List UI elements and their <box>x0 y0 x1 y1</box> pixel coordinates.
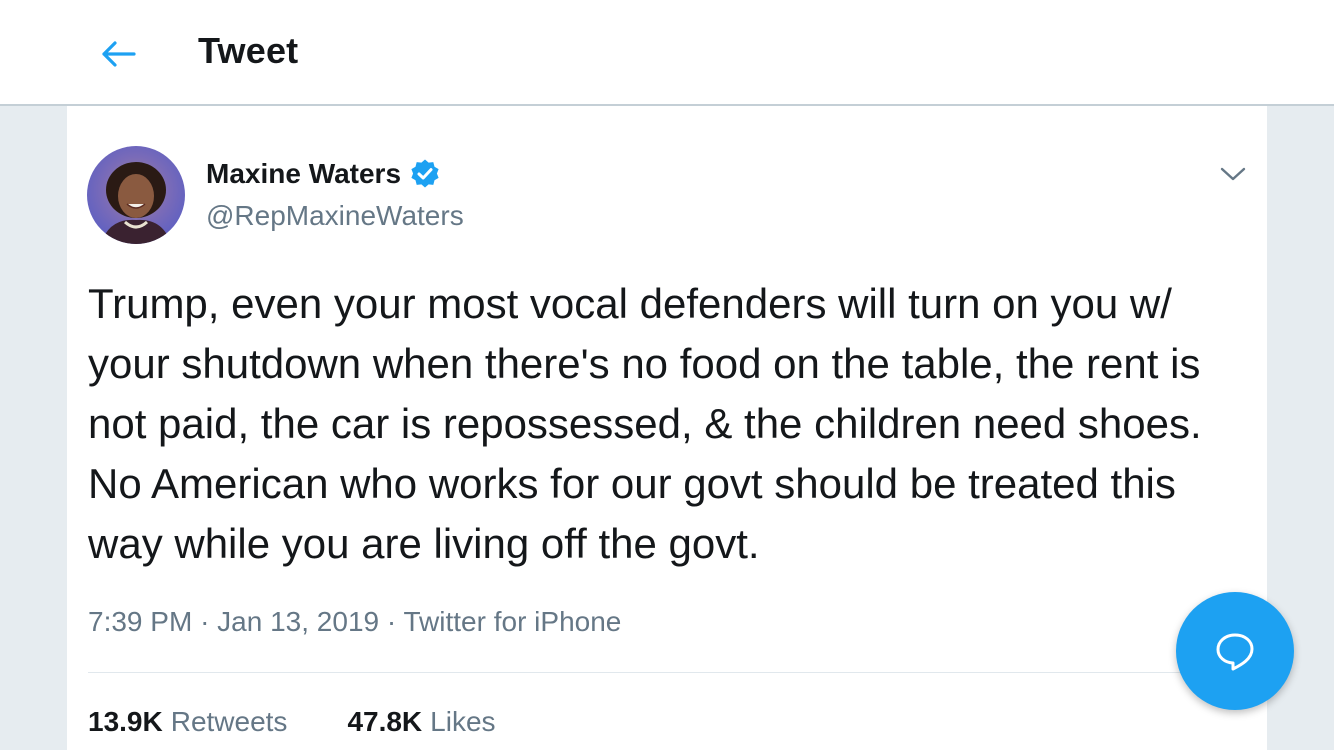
author-name-row: Maxine Waters <box>206 158 441 190</box>
meta-separator: · <box>386 606 404 637</box>
author-handle[interactable]: @RepMaxineWaters <box>206 200 464 232</box>
retweets-stat[interactable]: 13.9K Retweets <box>88 706 287 738</box>
retweets-label: Retweets <box>170 706 288 737</box>
likes-count: 47.8K <box>347 706 423 737</box>
retweets-count: 13.9K <box>88 706 163 737</box>
tweet-date[interactable]: Jan 13, 2019 <box>217 606 379 637</box>
back-button[interactable] <box>96 34 140 74</box>
verified-badge-icon <box>411 159 439 188</box>
page-title: Tweet <box>198 30 299 71</box>
tweet-time[interactable]: 7:39 PM <box>88 606 192 637</box>
tweet-card: Maxine Waters @RepMaxineWaters Trump, ev… <box>67 106 1267 750</box>
avatar[interactable] <box>87 146 185 244</box>
meta-separator: · <box>200 606 218 637</box>
arrow-left-icon <box>102 41 136 67</box>
likes-label: Likes <box>430 706 496 737</box>
tweet-metadata: 7:39 PM · Jan 13, 2019 · Twitter for iPh… <box>88 606 621 638</box>
tweet-stats: 13.9K Retweets 47.8K Likes <box>88 706 556 738</box>
tweet-text: Trump, even your most vocal defenders wi… <box>88 280 1202 567</box>
likes-stat[interactable]: 47.8K Likes <box>347 706 495 738</box>
tweet-source[interactable]: Twitter for iPhone <box>403 606 621 637</box>
author-name[interactable]: Maxine Waters <box>206 158 401 190</box>
chevron-down-icon[interactable] <box>1217 162 1249 186</box>
compose-reply-icon <box>1216 633 1254 671</box>
compose-reply-button[interactable] <box>1176 592 1294 710</box>
divider <box>88 672 1267 673</box>
top-navigation-bar: Tweet <box>0 0 1334 106</box>
